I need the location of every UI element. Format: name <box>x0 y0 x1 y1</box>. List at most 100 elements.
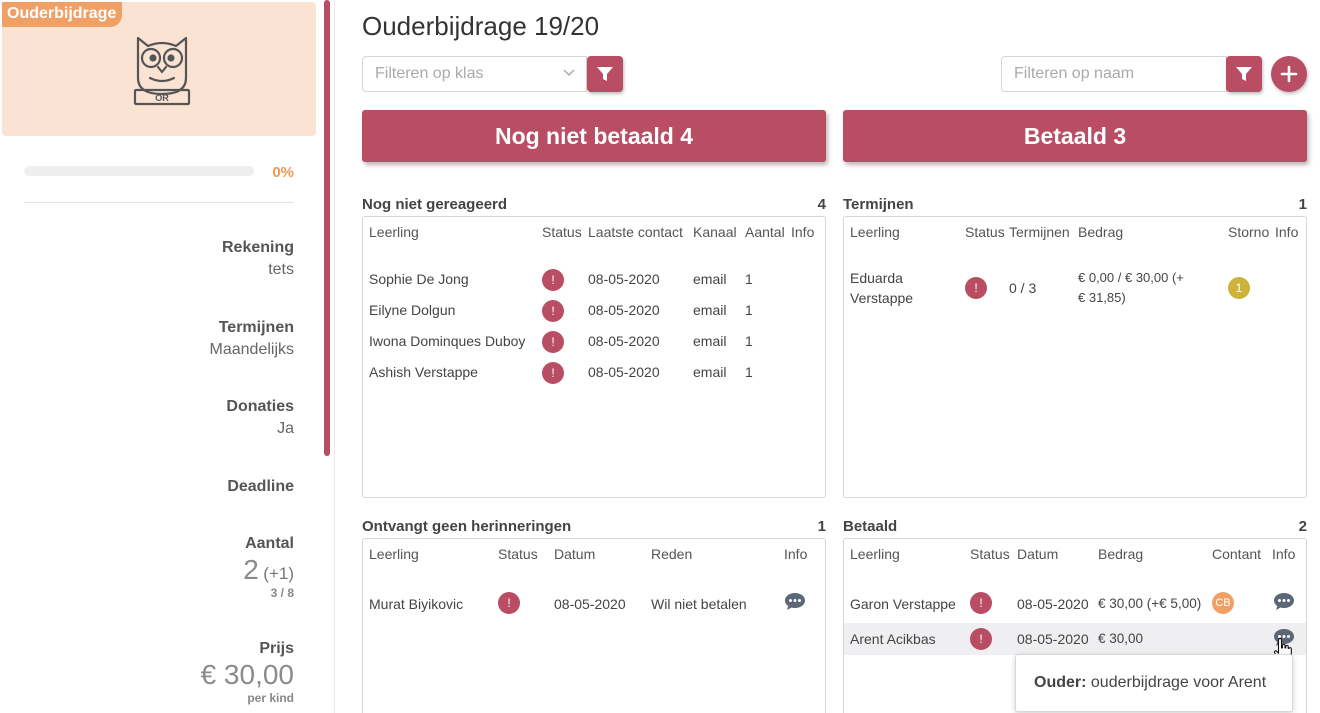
section-count: 1 <box>1298 196 1307 213</box>
account-info: Rekening tets <box>34 237 294 281</box>
deadline-label: Deadline <box>227 478 294 495</box>
module-card[interactable]: Ouderbijdrage OR <box>2 2 316 136</box>
amount: € 30,00 (+€ 5,00) <box>1098 596 1202 611</box>
name-filter-button[interactable] <box>1226 56 1262 92</box>
column-header[interactable]: Bedrag <box>1098 546 1143 562</box>
column-header[interactable]: Kanaal <box>693 224 737 240</box>
column-header[interactable]: Reden <box>651 546 692 562</box>
filter-icon <box>1236 67 1252 81</box>
section-title: Ontvangt geen herinneringen <box>362 518 572 535</box>
column-header[interactable]: Leerling <box>369 224 419 240</box>
column-header[interactable]: Status <box>498 546 538 562</box>
section-title: Nog niet gereageerd <box>362 196 508 213</box>
column-header[interactable]: Leerling <box>850 224 900 240</box>
section-title: Termijnen <box>843 196 914 213</box>
column-header[interactable]: Datum <box>1017 546 1058 562</box>
chevron-down-icon <box>563 69 575 77</box>
contact-count: 1 <box>745 364 753 380</box>
price-value: € 30,00 <box>200 659 294 690</box>
column-header[interactable]: Aantal <box>745 224 785 240</box>
filter-icon <box>597 67 613 81</box>
status-badge: ! <box>542 362 564 384</box>
page-title: Ouderbijdrage 19/20 <box>362 11 600 41</box>
not-responded-table: Leerling Status Laatste contact Kanaal A… <box>362 216 826 498</box>
tooltip-text: ouderbijdrage voor Arent <box>1090 674 1267 691</box>
student-name: Iwona Dominques Duboy <box>369 333 526 349</box>
column-header[interactable]: Info <box>1272 546 1295 562</box>
column-header[interactable]: Termijnen <box>1009 224 1070 240</box>
count-info: Aantal 2 (+1) 3 / 8 <box>34 533 294 601</box>
section-title: Betaald <box>843 518 898 535</box>
section-count: 2 <box>1298 518 1307 535</box>
status-badge: ! <box>542 331 564 353</box>
chat-icon[interactable] <box>783 591 807 613</box>
student-name: Eilyne Dolgun <box>369 302 456 318</box>
section-no-reminders-header: Ontvangt geen herinneringen 1 <box>362 518 826 538</box>
installments-table: Leerling Status Termijnen Bedrag Storno … <box>843 216 1307 498</box>
last-contact: 08-05-2020 <box>588 364 660 380</box>
sidebar: Ouderbijdrage OR 0% Rekening tets Termij… <box>0 0 318 713</box>
section-not-responded-header: Nog niet gereageerd 4 <box>362 196 826 216</box>
student-name: Garon Verstappe <box>850 596 956 612</box>
sidebar-scrollbar[interactable] <box>324 0 330 456</box>
tooltip-label: Ouder: <box>1034 674 1087 691</box>
installments-label: Termijnen <box>218 319 294 336</box>
name-filter-placeholder: Filteren op naam <box>1014 65 1135 82</box>
donations-value: Ja <box>277 420 294 437</box>
reason: Wil niet betalen <box>651 596 747 612</box>
count-label: Aantal <box>245 535 294 552</box>
deadline-info: Deadline <box>34 476 294 498</box>
no-reminders-table: Leerling Status Datum Reden Info Murat B… <box>362 538 826 713</box>
channel: email <box>693 302 727 318</box>
tab-unpaid[interactable]: Nog niet betaald 4 <box>362 110 826 162</box>
cash-badge: CB <box>1212 592 1234 614</box>
class-filter-button[interactable] <box>587 56 623 92</box>
class-filter-select[interactable]: Filteren op klas <box>362 56 587 92</box>
column-header[interactable]: Info <box>784 546 807 562</box>
column-header[interactable]: Status <box>542 224 582 240</box>
account-label: Rekening <box>221 239 294 256</box>
column-header[interactable]: Info <box>1275 224 1298 240</box>
last-contact: 08-05-2020 <box>588 333 660 349</box>
status-badge: ! <box>542 300 564 322</box>
student-name: Murat Biyikovic <box>369 596 464 612</box>
storno-badge[interactable]: 1 <box>1228 277 1250 299</box>
date: 08-05-2020 <box>1017 596 1089 612</box>
status-badge: ! <box>965 277 987 299</box>
student-name: Ashish Verstappe <box>369 364 478 380</box>
column-header[interactable]: Storno <box>1228 224 1269 240</box>
channel: email <box>693 333 727 349</box>
column-header[interactable]: Leerling <box>850 546 900 562</box>
chat-icon[interactable] <box>1272 591 1296 613</box>
column-header[interactable]: Status <box>970 546 1010 562</box>
plus-icon <box>1280 65 1298 83</box>
column-header[interactable]: Status <box>965 224 1005 240</box>
status-badge: ! <box>970 628 992 650</box>
status-badge: ! <box>970 592 992 614</box>
column-header[interactable]: Info <box>791 224 814 240</box>
name-filter-input[interactable]: Filteren op naam <box>1001 56 1227 92</box>
installments-info: Termijnen Maandelijks <box>34 317 294 361</box>
column-header[interactable]: Contant <box>1212 546 1261 562</box>
count-value: 2 <box>243 554 259 585</box>
section-installments-header: Termijnen 1 <box>843 196 1307 216</box>
student-name: Eduarda <box>850 270 903 286</box>
student-name: Arent Acikbas <box>850 631 936 647</box>
owl-icon: OR <box>133 36 191 106</box>
column-header[interactable]: Bedrag <box>1078 224 1123 240</box>
add-button[interactable] <box>1271 56 1307 92</box>
column-header[interactable]: Laatste contact <box>588 224 683 240</box>
progress-percent: 0% <box>272 164 294 181</box>
sidebar-divider <box>334 0 335 713</box>
column-header[interactable]: Leerling <box>369 546 419 562</box>
date: 08-05-2020 <box>1017 631 1089 647</box>
column-header[interactable]: Datum <box>554 546 595 562</box>
student-name: Sophie De Jong <box>369 271 469 287</box>
last-contact: 08-05-2020 <box>588 271 660 287</box>
price-label: Prijs <box>259 640 294 657</box>
tab-paid[interactable]: Betaald 3 <box>843 110 1307 162</box>
amount: € 0,00 / € 30,00 (+ <box>1078 270 1184 285</box>
contact-count: 1 <box>745 271 753 287</box>
status-badge: ! <box>498 592 520 614</box>
progress-bar <box>24 166 254 176</box>
